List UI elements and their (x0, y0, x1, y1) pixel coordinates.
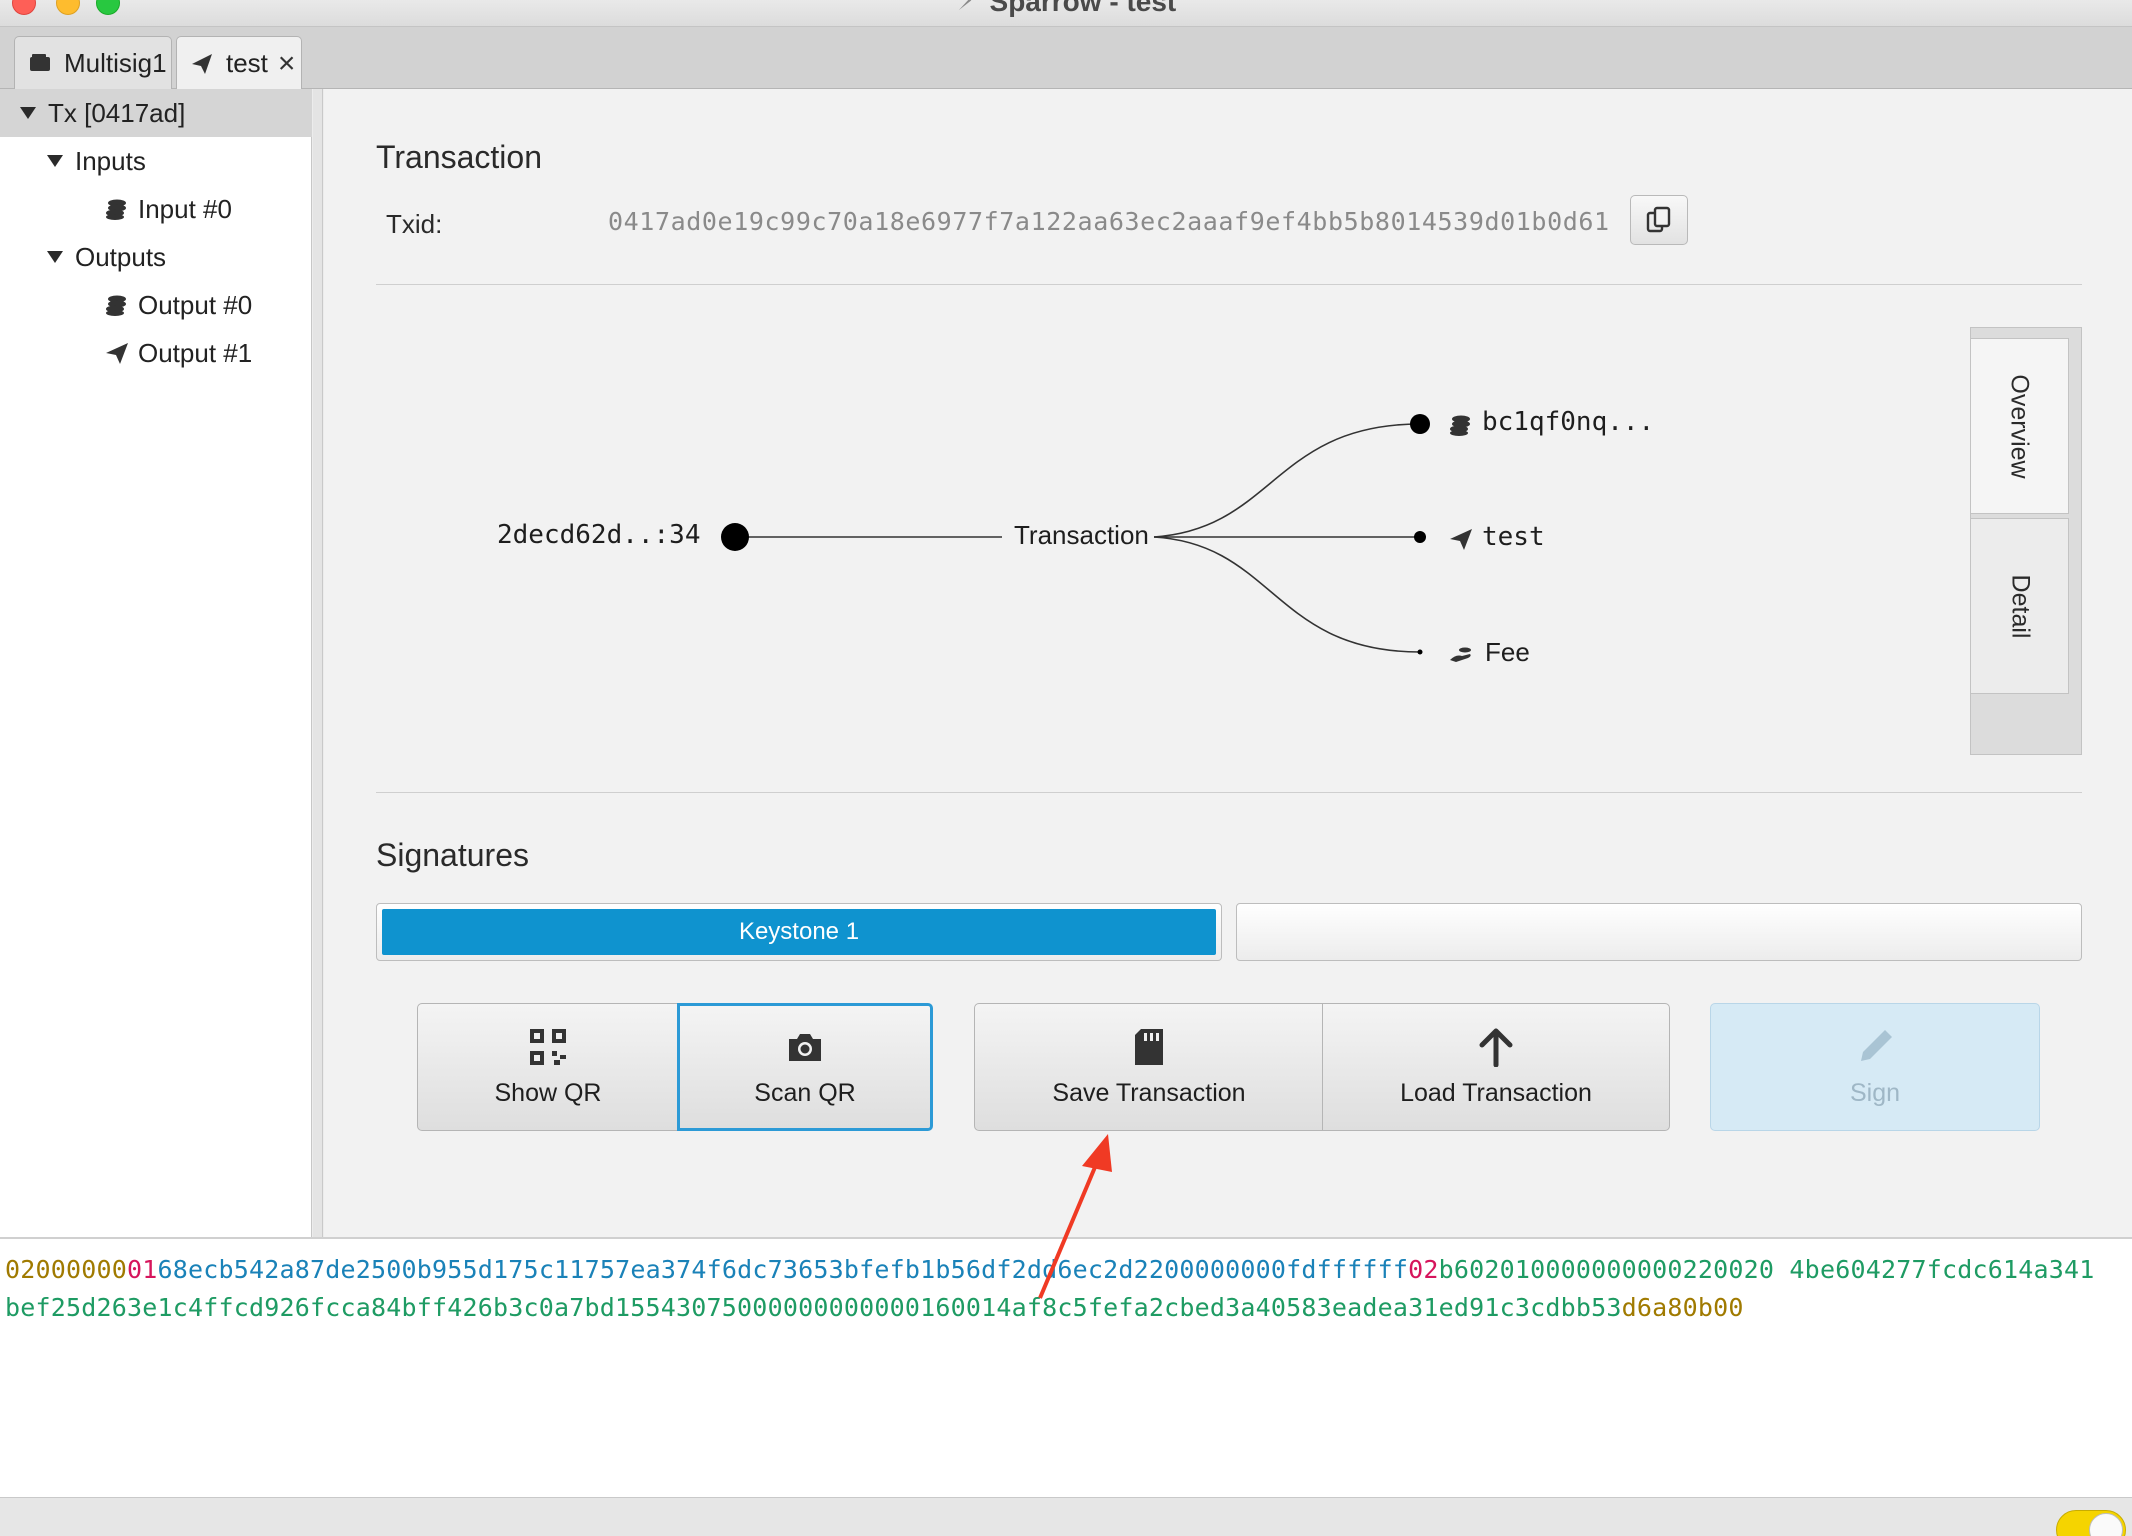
sparrow-feather-icon (958, 0, 972, 10)
button-label: Sign (1849, 1078, 1901, 1107)
coins-icon (104, 196, 130, 222)
tree-item-label: Inputs (75, 145, 146, 176)
hex-version: 02000000 (5, 1255, 128, 1284)
copy-txid-button[interactable] (1630, 195, 1688, 245)
wallet-icon (28, 51, 52, 75)
expand-arrow-icon[interactable] (20, 107, 36, 119)
send-icon (1448, 526, 1474, 552)
window-titlebar: Sparrow - test (0, 0, 2132, 27)
hex-line-1: 020000000168ecb542a87de2500b955d175c1175… (5, 1255, 2094, 1284)
transaction-section-title: Transaction (376, 139, 542, 175)
output-1-node-dot[interactable] (1414, 531, 1426, 543)
sd-card-icon (1129, 1027, 1169, 1067)
input-node-dot[interactable] (721, 523, 749, 551)
transaction-node-label: Transaction (1014, 520, 1149, 550)
divider (376, 284, 2082, 285)
tree-item-label: Output #1 (138, 337, 253, 368)
fee-label: Fee (1485, 637, 1530, 667)
txid-value[interactable]: 0417ad0e19c99c70a18e6977f7a122aa63ec2aaa… (608, 207, 1610, 236)
tab-detail-label: Detail (2005, 574, 2034, 638)
send-icon (104, 340, 130, 366)
hand-coin-icon (1448, 640, 1474, 666)
txid-label: Txid: (386, 209, 443, 239)
send-icon (190, 52, 214, 76)
coins-icon (1448, 412, 1474, 438)
button-label: Show QR (494, 1078, 602, 1107)
tree-item-tx[interactable]: Tx [0417ad] (0, 89, 312, 137)
raw-transaction-hex[interactable]: 020000000168ecb542a87de2500b955d175c1175… (0, 1237, 2132, 1497)
signature-fill: Keystone 1 (382, 909, 1216, 955)
tab-detail[interactable]: Detail (1971, 518, 2069, 694)
hex-input-count: 01 (127, 1255, 158, 1284)
pen-icon (1855, 1027, 1895, 1067)
button-label: Load Transaction (1400, 1078, 1592, 1107)
output-0-connector-line (1153, 423, 1421, 538)
signatures-section-title: Signatures (376, 837, 529, 873)
connection-toggle[interactable] (2056, 1510, 2126, 1536)
qr-code-icon (528, 1027, 568, 1067)
tree-item-label: Input #0 (138, 193, 232, 224)
signature-bar-signer-1: Keystone 1 (376, 903, 1222, 961)
output-1-label[interactable]: test (1482, 522, 1545, 552)
divider (376, 792, 2082, 793)
tree-item-label: Tx [0417ad] (48, 97, 186, 128)
tree-item-input-0[interactable]: Input #0 (0, 185, 312, 233)
hex-output: bef25d263e1c4ffcd926fcca84bff426b3c0a7bd… (5, 1293, 1622, 1322)
arrow-up-icon (1476, 1027, 1516, 1067)
tab-label: test (226, 48, 268, 78)
tab-overview-label: Overview (2006, 373, 2034, 479)
hex-locktime: d6a80b00 (1621, 1293, 1744, 1322)
transaction-tree: Tx [0417ad] Inputs Input #0 Outputs Outp… (0, 89, 312, 1237)
document-tab-bar: Multisig1 test × (0, 27, 2132, 90)
expand-arrow-icon[interactable] (47, 251, 63, 263)
signer-name: Keystone 1 (738, 918, 860, 945)
expand-arrow-icon[interactable] (47, 155, 63, 167)
toggle-knob (2089, 1513, 2123, 1536)
status-bar (0, 1497, 2132, 1536)
tree-item-output-1[interactable]: Output #1 (0, 329, 312, 377)
signature-bar-signer-2 (1236, 903, 2082, 961)
tree-item-inputs[interactable]: Inputs (0, 137, 312, 185)
hex-output: b602010000000000220020 4be604277fcdc614a… (1438, 1255, 2095, 1284)
close-tab-icon[interactable]: × (278, 48, 296, 79)
input-outpoint-label[interactable]: 2decd62d..:34 (497, 520, 701, 550)
fee-connector-line (1153, 536, 1421, 653)
output-0-address-label[interactable]: bc1qf0nq... (1482, 407, 1654, 437)
tree-item-label: Outputs (75, 241, 167, 272)
transaction-main-panel: Transaction Txid: 0417ad0e19c99c70a18e69… (324, 89, 2132, 1237)
copy-icon (1646, 206, 1671, 233)
hex-output-count: 02 (1408, 1255, 1439, 1284)
save-transaction-button[interactable]: Save Transaction (974, 1003, 1324, 1131)
output-0-node-dot[interactable] (1410, 414, 1430, 434)
view-mode-tabs: Overview Detail (1970, 327, 2082, 755)
tree-item-output-0[interactable]: Output #0 (0, 281, 312, 329)
button-label: Scan QR (754, 1078, 856, 1107)
show-qr-button[interactable]: Show QR (417, 1003, 679, 1131)
hex-input: 68ecb542a87de2500b955d175c11757ea374f6dc… (157, 1255, 1409, 1284)
scan-qr-button[interactable]: Scan QR (677, 1003, 933, 1131)
sign-button[interactable]: Sign (1710, 1003, 2040, 1131)
hex-line-2: bef25d263e1c4ffcd926fcca84bff426b3c0a7bd… (5, 1293, 1744, 1322)
fee-node-dot (1417, 649, 1423, 655)
button-label: Save Transaction (1052, 1078, 1246, 1107)
tab-label: Multisig1 (64, 47, 167, 78)
window-title: Sparrow - test (989, 0, 1177, 17)
tab-overview[interactable]: Overview (1971, 338, 2069, 514)
tab-multisig1[interactable]: Multisig1 (14, 36, 172, 89)
coins-icon (104, 292, 130, 318)
tree-item-label: Output #0 (138, 289, 253, 320)
tab-test[interactable]: test × (176, 36, 302, 90)
sidebar-splitter[interactable] (313, 89, 323, 1237)
load-transaction-button[interactable]: Load Transaction (1322, 1003, 1670, 1131)
window-title-wrap: Sparrow - test (0, 0, 2132, 18)
tree-item-outputs[interactable]: Outputs (0, 233, 312, 281)
camera-icon (785, 1027, 825, 1067)
